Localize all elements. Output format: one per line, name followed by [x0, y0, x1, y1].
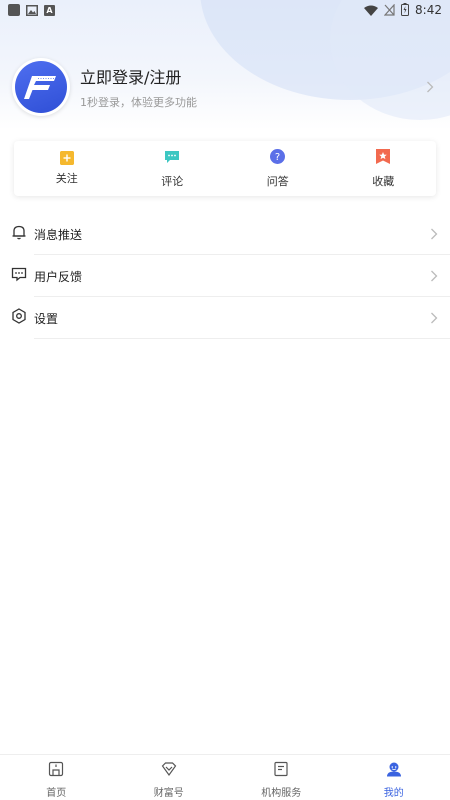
- nav-label: 财富号: [153, 788, 184, 799]
- menu-label: 用户反馈: [34, 269, 83, 284]
- no-signal-icon: [383, 1, 395, 20]
- star-bookmark-icon: [376, 148, 391, 168]
- diamond-icon: [161, 761, 177, 781]
- action-favorite[interactable]: 收藏: [331, 141, 437, 196]
- action-follow[interactable]: 关注: [14, 141, 120, 196]
- comment-icon: [164, 149, 180, 168]
- text-notification-icon: A: [44, 4, 55, 16]
- bottom-navigation: 首页 财富号 机构服务 我的: [0, 754, 450, 800]
- nav-tab-mine[interactable]: 我的: [338, 755, 450, 800]
- action-label: 收藏: [372, 174, 395, 188]
- status-time: 8:42: [415, 3, 442, 17]
- action-label: 关注: [55, 172, 78, 185]
- action-comment[interactable]: 评论: [120, 141, 226, 196]
- user-icon: [386, 761, 402, 781]
- nav-label: 我的: [383, 788, 404, 799]
- login-subtitle: 1秒登录，体验更多功能: [80, 96, 197, 109]
- chevron-right-icon: [426, 78, 434, 97]
- action-qa[interactable]: ? 问答: [225, 141, 331, 196]
- nav-label: 首页: [46, 788, 67, 799]
- document-icon: [273, 761, 289, 781]
- app-notification-icon: [8, 4, 20, 16]
- chevron-right-icon: [430, 309, 438, 328]
- app-logo-icon: [15, 61, 67, 113]
- status-bar: A 8:42: [0, 0, 450, 20]
- home-icon: [48, 761, 64, 781]
- svg-text:?: ?: [275, 152, 280, 163]
- nav-label: 机构服务: [261, 788, 302, 799]
- avatar[interactable]: [12, 58, 70, 116]
- bookmark-plus-icon: [59, 151, 74, 165]
- menu-label: 设置: [34, 311, 59, 326]
- wifi-icon: [364, 1, 379, 20]
- feedback-icon: [11, 266, 27, 286]
- nav-tab-wealth[interactable]: 财富号: [113, 755, 226, 800]
- image-notification-icon: [26, 1, 38, 20]
- battery-icon: [401, 1, 410, 20]
- login-profile-row[interactable]: 立即登录/注册 1秒登录，体验更多功能: [12, 58, 438, 116]
- bell-icon: [11, 224, 27, 244]
- action-label: 问答: [266, 174, 289, 188]
- chevron-right-icon: [430, 225, 438, 244]
- nav-tab-home[interactable]: 首页: [0, 755, 113, 800]
- menu-item-settings[interactable]: 设置: [0, 297, 450, 339]
- menu-item-feedback[interactable]: 用户反馈: [0, 255, 450, 297]
- chevron-right-icon: [430, 267, 438, 286]
- menu-item-push-notifications[interactable]: 消息推送: [0, 213, 450, 255]
- menu-label: 消息推送: [34, 227, 83, 242]
- settings-icon: [11, 308, 27, 328]
- action-label: 评论: [161, 174, 184, 188]
- question-icon: ?: [270, 148, 286, 168]
- settings-menu: 消息推送 用户反馈 设置: [0, 213, 450, 339]
- nav-tab-institution[interactable]: 机构服务: [225, 755, 338, 800]
- quick-actions-card: 关注 评论 ? 问答 收藏: [14, 141, 436, 196]
- login-register-title[interactable]: 立即登录/注册: [80, 64, 197, 88]
